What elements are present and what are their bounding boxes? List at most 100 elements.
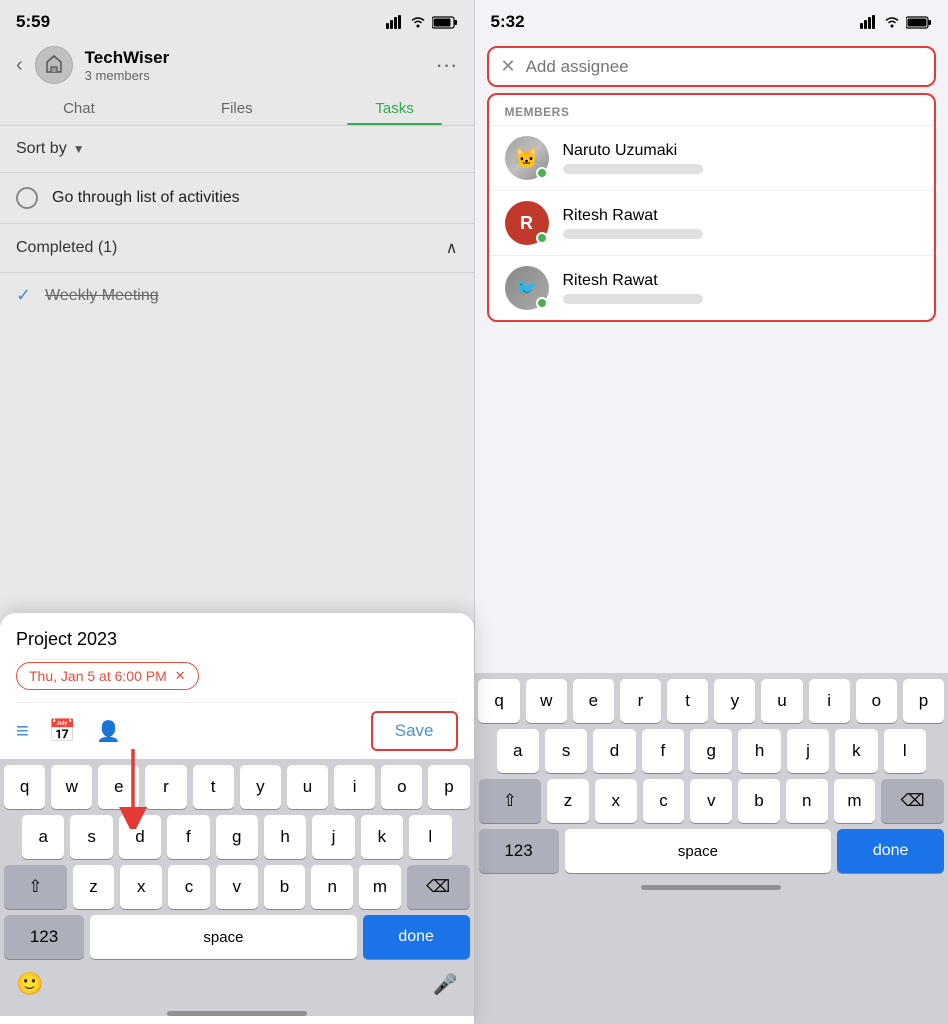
- rkey-t[interactable]: t: [667, 679, 708, 723]
- key-f[interactable]: f: [167, 815, 209, 859]
- back-button[interactable]: ‹: [16, 54, 23, 77]
- rkey-p[interactable]: p: [903, 679, 944, 723]
- status-bar-right: 5:32: [475, 0, 948, 38]
- app-members: 3 members: [85, 68, 424, 83]
- backspace-key[interactable]: ⌫: [407, 865, 470, 909]
- key-b[interactable]: b: [264, 865, 306, 909]
- key-q[interactable]: q: [4, 765, 45, 809]
- rkey-f[interactable]: f: [642, 729, 684, 773]
- wifi-icon-right: [884, 16, 900, 28]
- home-indicator-right: [641, 885, 781, 890]
- rkey-u[interactable]: u: [761, 679, 802, 723]
- sort-by-row[interactable]: Sort by ▼: [0, 126, 474, 172]
- key-l[interactable]: l: [409, 815, 451, 859]
- rkey-i[interactable]: i: [809, 679, 850, 723]
- key-z[interactable]: z: [73, 865, 115, 909]
- mic-button[interactable]: 🎤: [433, 972, 458, 997]
- rkey-l[interactable]: l: [884, 729, 926, 773]
- key-m[interactable]: m: [359, 865, 401, 909]
- rkey-r[interactable]: r: [620, 679, 661, 723]
- rkey-j[interactable]: j: [787, 729, 829, 773]
- rkey-o[interactable]: o: [856, 679, 897, 723]
- rkey-v[interactable]: v: [690, 779, 732, 823]
- more-options-button[interactable]: ···: [436, 52, 458, 78]
- key-k[interactable]: k: [361, 815, 403, 859]
- keyboard-row-3: ⇧ z x c v b n m ⌫: [0, 859, 474, 909]
- avatar-naruto: 🐱: [505, 136, 549, 180]
- key-i[interactable]: i: [334, 765, 375, 809]
- rkey-h[interactable]: h: [738, 729, 780, 773]
- key-x[interactable]: x: [120, 865, 162, 909]
- status-bar-left: 5:59: [0, 0, 474, 38]
- signal-icon-right: [860, 15, 878, 29]
- key-u[interactable]: u: [287, 765, 328, 809]
- rspace-key[interactable]: space: [565, 829, 832, 873]
- keyboard-bottom-extras: 🙂 🎤: [0, 967, 474, 1007]
- member-item-ritesh2[interactable]: 🐦 Ritesh Rawat: [489, 255, 935, 320]
- add-assignee-input[interactable]: [526, 57, 922, 77]
- key-c[interactable]: c: [168, 865, 210, 909]
- key-g[interactable]: g: [216, 815, 258, 859]
- shift-key[interactable]: ⇧: [4, 865, 67, 909]
- num-key[interactable]: 123: [4, 915, 84, 959]
- rkey-b[interactable]: b: [738, 779, 780, 823]
- tab-files[interactable]: Files: [158, 90, 316, 125]
- member-item-ritesh1[interactable]: R Ritesh Rawat: [489, 190, 935, 255]
- task-title-input[interactable]: Project 2023: [16, 629, 458, 650]
- completed-task-item[interactable]: ✓ Weekly Meeting: [0, 272, 474, 318]
- rkey-k[interactable]: k: [835, 729, 877, 773]
- add-assignee-search-bar[interactable]: ✕: [487, 46, 937, 87]
- date-remove-button[interactable]: ✕: [175, 668, 186, 684]
- key-v[interactable]: v: [216, 865, 258, 909]
- space-key[interactable]: space: [90, 915, 357, 959]
- completed-task-text: Weekly Meeting: [45, 287, 159, 305]
- save-button[interactable]: Save: [371, 711, 458, 751]
- rkey-x[interactable]: x: [595, 779, 637, 823]
- key-h[interactable]: h: [264, 815, 306, 859]
- rkey-w[interactable]: w: [526, 679, 567, 723]
- rkey-a[interactable]: a: [497, 729, 539, 773]
- key-n[interactable]: n: [311, 865, 353, 909]
- rkey-z[interactable]: z: [547, 779, 589, 823]
- task-date-chip[interactable]: Thu, Jan 5 at 6:00 PM ✕: [16, 662, 199, 690]
- rkey-m[interactable]: m: [834, 779, 876, 823]
- format-icon[interactable]: ≡: [16, 718, 29, 744]
- rkey-y[interactable]: y: [714, 679, 755, 723]
- calendar-icon[interactable]: 📅: [49, 718, 76, 744]
- emoji-button[interactable]: 🙂: [16, 971, 43, 997]
- rnum-key[interactable]: 123: [479, 829, 559, 873]
- tab-chat[interactable]: Chat: [0, 90, 158, 125]
- rkey-n[interactable]: n: [786, 779, 828, 823]
- key-w[interactable]: w: [51, 765, 92, 809]
- key-p[interactable]: p: [428, 765, 469, 809]
- completed-section-header[interactable]: Completed (1) ∧: [0, 223, 474, 272]
- member-item-naruto[interactable]: 🐱 Naruto Uzumaki: [489, 125, 935, 190]
- done-key[interactable]: done: [363, 915, 470, 959]
- tab-tasks[interactable]: Tasks: [316, 90, 474, 125]
- rshift-key[interactable]: ⇧: [479, 779, 542, 823]
- key-s[interactable]: s: [70, 815, 112, 859]
- key-o[interactable]: o: [381, 765, 422, 809]
- key-j[interactable]: j: [312, 815, 354, 859]
- rdone-key[interactable]: done: [837, 829, 944, 873]
- search-close-button[interactable]: ✕: [501, 56, 516, 77]
- rkey-g[interactable]: g: [690, 729, 732, 773]
- online-indicator-3: [536, 297, 548, 309]
- rkey-d[interactable]: d: [593, 729, 635, 773]
- online-indicator-2: [536, 232, 548, 244]
- key-a[interactable]: a: [22, 815, 64, 859]
- rkey-q[interactable]: q: [478, 679, 519, 723]
- key-y[interactable]: y: [240, 765, 281, 809]
- task-item[interactable]: Go through list of activities: [0, 172, 474, 223]
- key-t[interactable]: t: [193, 765, 234, 809]
- assignee-icon[interactable]: 👤: [96, 719, 121, 744]
- rbackspace-key[interactable]: ⌫: [881, 779, 944, 823]
- rkey-e[interactable]: e: [573, 679, 614, 723]
- tabs-bar: Chat Files Tasks: [0, 90, 474, 126]
- task-radio[interactable]: [16, 187, 38, 209]
- rkey-s[interactable]: s: [545, 729, 587, 773]
- rkey-c[interactable]: c: [643, 779, 685, 823]
- member-sub-naruto: [563, 164, 703, 174]
- keyboard-row-1: q w e r t y u i o p: [0, 759, 474, 809]
- collapse-icon: ∧: [446, 238, 458, 258]
